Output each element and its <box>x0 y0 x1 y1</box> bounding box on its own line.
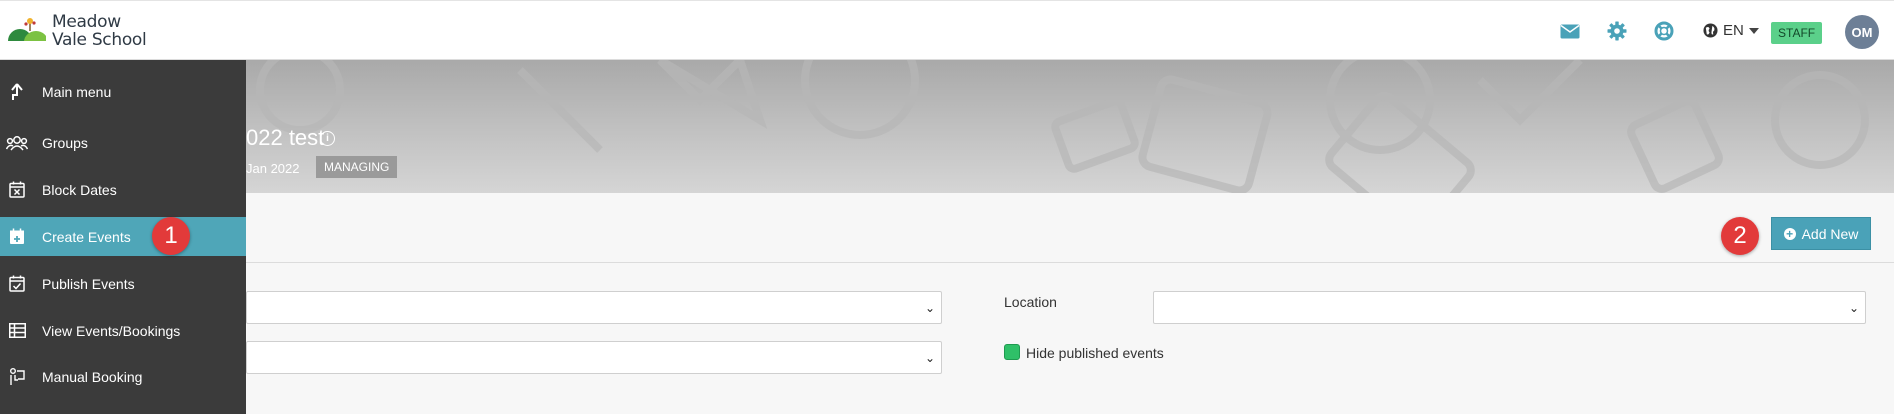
page-banner: 022 test i Jan 2022 MANAGING <box>0 60 1894 193</box>
plus-circle-icon: + <box>1783 227 1796 240</box>
user-avatar[interactable]: OM <box>1845 15 1879 49</box>
banner-date: Jan 2022 <box>246 161 300 176</box>
table-icon <box>0 323 30 338</box>
school-logo[interactable]: Meadow Vale School <box>8 12 147 50</box>
sidebar-item-block-dates[interactable]: Block Dates <box>0 170 246 209</box>
sidebar-item-groups[interactable]: Groups <box>0 123 246 162</box>
calendar-check-icon <box>0 275 30 292</box>
sidebar-item-view-events-bookings[interactable]: View Events/Bookings <box>0 311 246 350</box>
location-label: Location <box>1004 294 1057 310</box>
users-icon <box>0 135 30 151</box>
gear-icon[interactable] <box>1606 21 1628 41</box>
meadow-logo-icon <box>8 18 46 45</box>
sidebar-item-create-events[interactable]: Create Events <box>0 217 246 256</box>
sidebar-item-publish-events[interactable]: Publish Events <box>0 264 246 303</box>
hide-published-checkbox[interactable] <box>1004 344 1020 360</box>
language-selector[interactable]: EN <box>1703 22 1759 39</box>
help-lifebuoy-icon[interactable] <box>1653 21 1675 41</box>
sidebar-item-label: Create Events <box>42 228 131 245</box>
manual-booking-icon <box>0 367 30 386</box>
main-content: + Add New ⌄ ⌄ Location ⌄ Hide published … <box>0 193 1894 414</box>
language-code: EN <box>1723 22 1744 39</box>
calendar-plus-icon <box>0 228 30 245</box>
arrow-up-icon <box>0 82 30 101</box>
calendar-x-icon <box>0 181 30 198</box>
managing-status-badge: MANAGING <box>316 156 398 178</box>
sidebar-item-label: Block Dates <box>42 181 117 198</box>
school-name-line2: Vale School <box>52 30 147 50</box>
location-select[interactable]: ⌄ <box>1153 291 1866 324</box>
staff-badge: STAFF <box>1771 22 1823 44</box>
top-header: Meadow Vale School EN STAFF OM <box>0 0 1894 60</box>
sidebar-item-label: Manual Booking <box>42 368 143 385</box>
chevron-down-icon: ⌄ <box>924 351 935 365</box>
school-name: Meadow Vale School <box>52 12 147 50</box>
sidebar-menu: Main menu Groups Block Dates Create Even… <box>0 60 246 414</box>
sidebar-item-label: Main menu <box>42 83 112 100</box>
add-new-label: Add New <box>1801 225 1859 242</box>
hide-published-label: Hide published events <box>1026 345 1164 361</box>
page-title: 022 test <box>246 125 325 150</box>
mail-icon[interactable] <box>1559 21 1581 41</box>
chevron-down-icon: ⌄ <box>924 301 935 315</box>
school-name-line1: Meadow <box>52 12 121 32</box>
sidebar-item-label: View Events/Bookings <box>42 322 181 339</box>
filter-select-2[interactable]: ⌄ <box>246 341 942 374</box>
annotation-badge-2: 2 <box>1721 217 1759 255</box>
chevron-down-icon: ⌄ <box>1848 301 1859 315</box>
filter-select-1[interactable]: ⌄ <box>246 291 942 324</box>
add-new-button[interactable]: + Add New <box>1771 217 1871 250</box>
sidebar-item-label: Publish Events <box>42 275 135 292</box>
sidebar-item-manual-booking[interactable]: Manual Booking <box>0 357 246 396</box>
globe-icon <box>1703 23 1718 38</box>
annotation-badge-1: 1 <box>152 217 190 255</box>
content-divider <box>246 262 1894 263</box>
chevron-down-icon <box>1748 27 1759 34</box>
info-icon[interactable]: i <box>320 131 335 146</box>
sidebar-item-label: Groups <box>42 134 88 151</box>
sidebar-item-main-menu[interactable]: Main menu <box>0 72 246 111</box>
